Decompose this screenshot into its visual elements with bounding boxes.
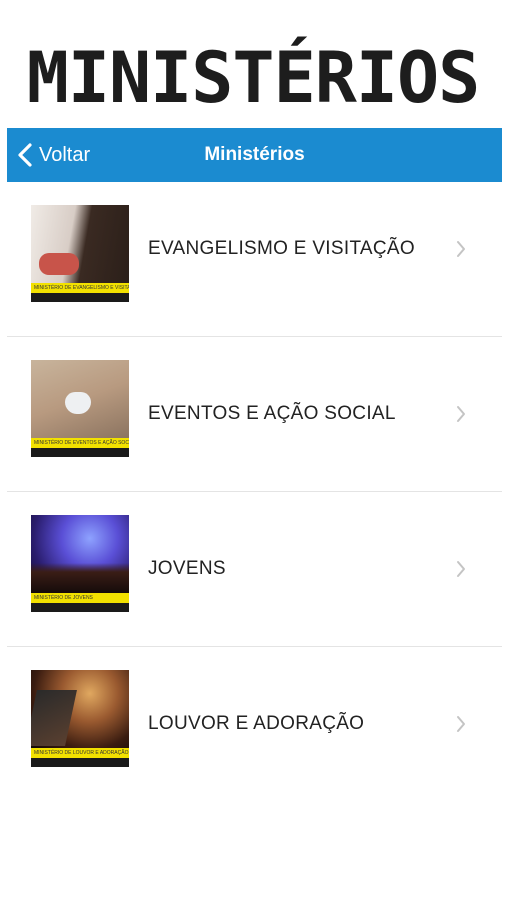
ministry-thumbnail: Ministério de Evangelismo e Visitação <box>31 205 129 302</box>
chevron-right-icon <box>456 492 466 646</box>
ministry-thumbnail: Ministério de Jovens <box>31 515 129 612</box>
list-item-label: JOVENS <box>148 558 226 579</box>
thumbnail-caption: Ministério de Louvor e Adoração <box>31 748 129 758</box>
promo-title: MINISTÉRIOS <box>26 37 481 119</box>
chevron-right-icon <box>456 337 466 491</box>
list-item-label: LOUVOR E ADORAÇÃO <box>148 713 365 734</box>
ministry-thumbnail: Ministério de Eventos e Ação Social <box>31 360 129 457</box>
chevron-right-icon <box>456 647 466 801</box>
list-item-label: EVENTOS E AÇÃO SOCIAL <box>148 403 396 424</box>
chevron-right-icon <box>456 172 466 326</box>
ministries-list: Ministério de Evangelismo e Visitação EV… <box>7 182 502 801</box>
list-item-label: EVANGELISMO E VISITAÇÃO <box>148 238 415 259</box>
ministry-thumbnail: Ministério de Louvor e Adoração <box>31 670 129 767</box>
thumbnail-caption: Ministério de Evangelismo e Visitação <box>31 283 129 293</box>
thumbnail-caption: Ministério de Eventos e Ação Social <box>31 438 129 448</box>
list-item-louvor[interactable]: Ministério de Louvor e Adoração LOUVOR E… <box>7 647 502 801</box>
list-item-jovens[interactable]: Ministério de Jovens JOVENS <box>7 492 502 647</box>
list-item-evangelismo[interactable]: Ministério de Evangelismo e Visitação EV… <box>7 182 502 337</box>
list-item-eventos[interactable]: Ministério de Eventos e Ação Social EVEN… <box>7 337 502 492</box>
thumbnail-caption: Ministério de Jovens <box>31 593 129 603</box>
